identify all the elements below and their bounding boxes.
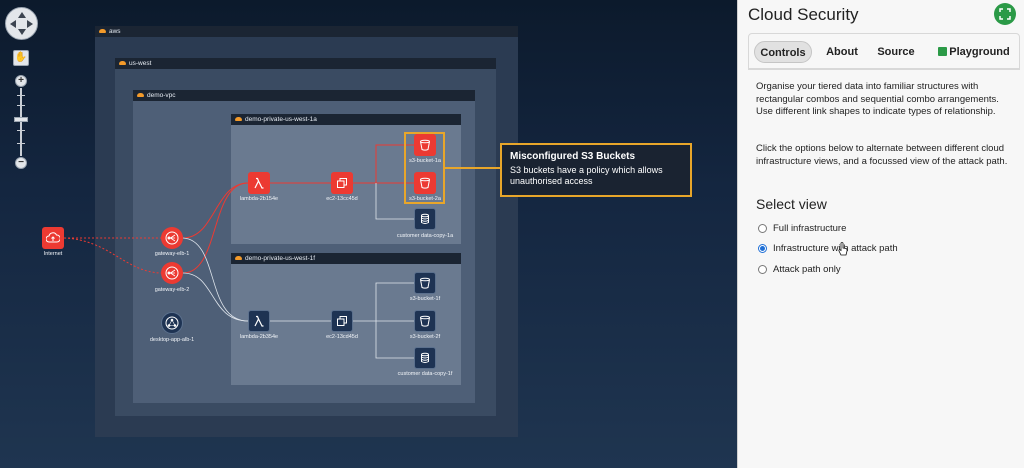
select-view-heading: Select view: [756, 196, 827, 212]
database-icon: [421, 352, 429, 363]
option-infrastructure-attack-path[interactable]: Infrastructure with attack path: [758, 241, 898, 255]
zoom-in-button[interactable]: +: [15, 75, 27, 87]
internet-node[interactable]: [42, 227, 64, 249]
graph-canvas[interactable]: aws us-west demo-vpc demo-private-us-wes…: [0, 0, 737, 468]
option-label: Full infrastructure: [773, 222, 847, 234]
lambda-a-node[interactable]: [248, 172, 270, 194]
edge-ec2-f-db-1f[interactable]: [375, 321, 414, 359]
desktop-app-alb-node[interactable]: [161, 312, 183, 334]
s3-bucket-2f-node[interactable]: [414, 310, 436, 332]
node-label: s3-bucket-2f: [409, 334, 441, 340]
option-attack-path-only[interactable]: Attack path only: [758, 262, 841, 276]
hand-cursor-icon: [838, 242, 848, 256]
zoom-tick: [17, 105, 25, 106]
edit-icon: [938, 47, 948, 56]
ec2-instance-icon: [337, 316, 347, 326]
zoom-tick: [17, 130, 25, 131]
s3-highlight-box: [404, 132, 445, 204]
tooltip-body: S3 buckets have a policy which allows un…: [510, 165, 663, 186]
node-label: lambda-2b354e: [239, 334, 279, 340]
s3-bucket-1f-node[interactable]: [414, 272, 436, 294]
pan-up-icon[interactable]: [18, 12, 26, 18]
node-label: gateway-elb-1: [154, 251, 190, 257]
node-label: ec2-13cc45d: [326, 196, 358, 202]
lambda-icon: [254, 177, 264, 189]
node-label: customer data-copy-1a: [396, 233, 454, 239]
tooltip-title: Misconfigured S3 Buckets: [510, 151, 636, 162]
tab-source[interactable]: Source: [873, 41, 919, 63]
pan-down-icon[interactable]: [18, 29, 26, 35]
zoom-out-button[interactable]: −: [15, 157, 27, 169]
graph-edges: [63, 144, 414, 359]
gateway-elb-2-node[interactable]: [161, 262, 183, 284]
zoom-slider-track[interactable]: [20, 88, 22, 156]
tab-about[interactable]: About: [822, 41, 862, 63]
pan-right-icon[interactable]: [27, 20, 33, 28]
load-balancer-icon: [165, 231, 179, 245]
edge-gateway1-lambda-a[interactable]: [182, 182, 249, 239]
customer-data-1a-node[interactable]: [414, 208, 436, 230]
node-label: s3-bucket-1f: [409, 296, 441, 302]
database-icon: [421, 213, 429, 224]
node-label: desktop-app-alb-1: [149, 337, 195, 343]
radio-button[interactable]: [758, 264, 767, 274]
tooltip: Misconfigured S3 Buckets S3 buckets have…: [500, 143, 692, 197]
edge-gateway1-lambda-f[interactable]: [182, 237, 249, 322]
node-label: ec2-13cd45d: [326, 334, 358, 340]
page-title: Cloud Security: [748, 5, 859, 24]
tab-controls[interactable]: Controls: [754, 41, 812, 63]
bucket-icon: [420, 277, 430, 289]
lambda-f-node[interactable]: [248, 310, 270, 332]
instructions-text: Click the options below to alternate bet…: [756, 143, 1008, 167]
zoom-tick: [17, 143, 25, 144]
tab-bar: Controls About Source Playground: [748, 33, 1020, 69]
radio-button[interactable]: [758, 223, 767, 233]
intro-text: Organise your tiered data into familiar …: [756, 81, 999, 117]
edge-gateway2-lambda-a[interactable]: [182, 182, 249, 274]
ec2-instance-icon: [337, 178, 347, 188]
cloud-upload-icon: [46, 232, 60, 243]
tab-playground[interactable]: Playground: [935, 41, 1013, 63]
option-label: Attack path only: [773, 263, 841, 275]
edge-gateway2-lambda-f[interactable]: [182, 272, 249, 322]
ec2-a-node[interactable]: [331, 172, 353, 194]
pan-left-icon[interactable]: [10, 20, 16, 28]
ec2-f-node[interactable]: [331, 310, 353, 332]
pan-control[interactable]: [5, 7, 38, 40]
option-label: Infrastructure with attack path: [773, 242, 898, 254]
zoom-slider-thumb[interactable]: [14, 117, 28, 122]
node-label: gateway-elb-2: [154, 287, 190, 293]
network-icon: [165, 316, 179, 330]
side-panel: Cloud Security Controls About Source Pla…: [737, 0, 1024, 468]
tooltip-connector: [445, 167, 500, 169]
controls-content: Organise your tiered data into familiar …: [748, 69, 1020, 468]
expand-icon: [999, 8, 1011, 20]
hand-icon[interactable]: ✋: [13, 50, 29, 66]
load-balancer-icon: [165, 266, 179, 280]
zoom-tick: [17, 95, 25, 96]
node-label: Internet: [43, 251, 63, 257]
gateway-elb-1-node[interactable]: [161, 227, 183, 249]
option-full-infrastructure[interactable]: Full infrastructure: [758, 221, 846, 235]
edge-internet-gateway2[interactable]: [63, 237, 162, 274]
lambda-icon: [254, 315, 264, 327]
tab-playground-label: Playground: [949, 46, 1010, 58]
node-label: customer data-copy-1f: [397, 371, 453, 377]
fullscreen-button[interactable]: [994, 3, 1016, 25]
customer-data-1f-node[interactable]: [414, 347, 436, 369]
edge-ec2-f-s3-1f[interactable]: [353, 282, 414, 322]
node-label: lambda-2b154e: [239, 196, 279, 202]
bucket-icon: [420, 315, 430, 327]
radio-button[interactable]: [758, 243, 767, 253]
